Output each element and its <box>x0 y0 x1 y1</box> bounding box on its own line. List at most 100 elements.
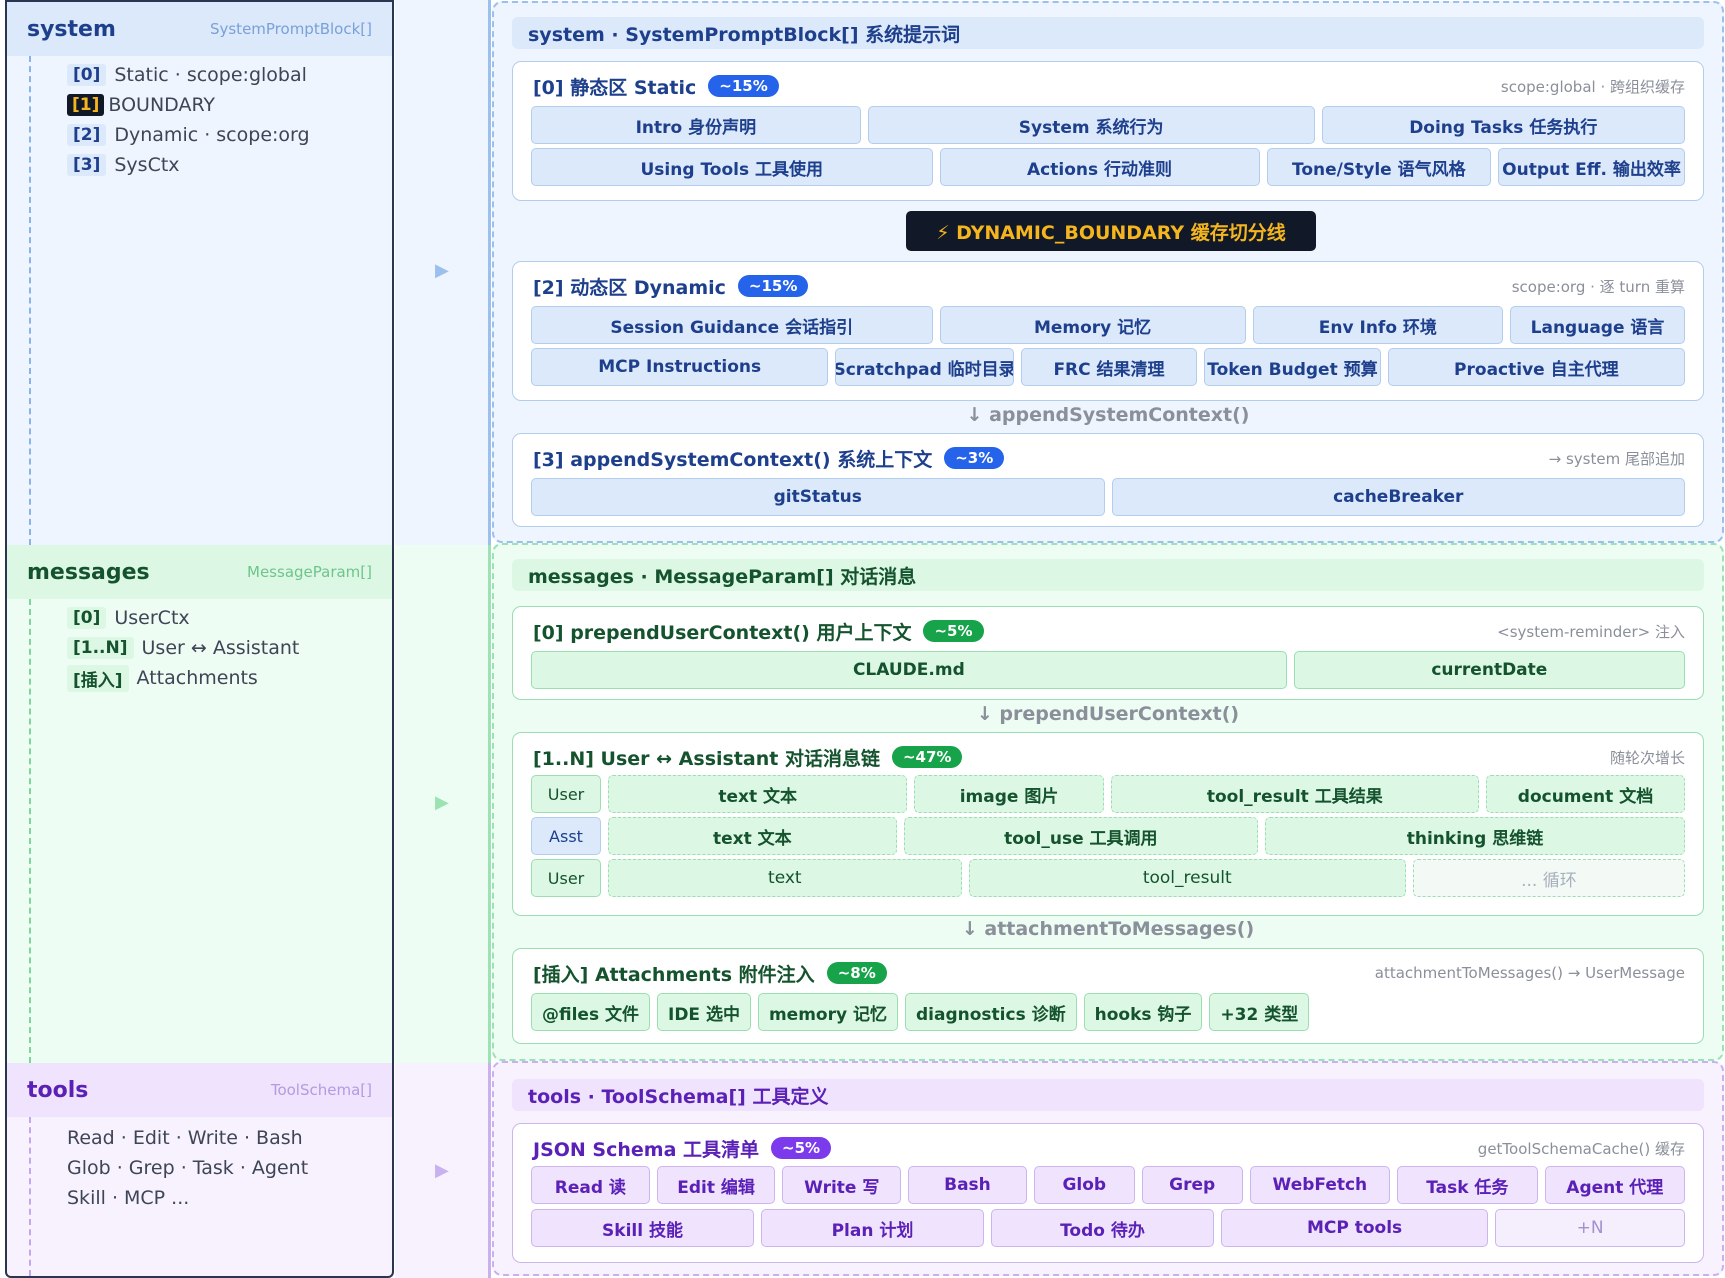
attachment-chip: @files 文件 <box>531 993 650 1031</box>
tools-section: tools · ToolSchema[] 工具定义 JSON Schema 工具… <box>492 1061 1724 1276</box>
content-block-chip: tool_result <box>968 859 1406 897</box>
loop-ellipsis-chip: ... 循环 <box>1412 859 1685 897</box>
left-system-panel: system SystemPromptBlock[] [0] Static · s… <box>5 0 394 545</box>
tool-schema-note: getToolSchemaCache() 缓存 <box>1477 1139 1685 1158</box>
mid-strip-messages: ▶ <box>395 545 491 1063</box>
left-messages-panel: messages MessageParam[] [0] UserCtx [1..N… <box>5 545 394 1063</box>
attachment-chip: IDE 选中 <box>657 993 751 1031</box>
chain-header: [1..N] User ↔ Assistant 对话消息链 ~47% 随轮次增长 <box>533 743 1685 771</box>
left-messages-header: messages MessageParam[] <box>7 545 392 599</box>
tool-chip: Edit 编辑 <box>656 1166 776 1204</box>
userctx-header: [0] prependUserContext() 用户上下文 ~5% <syst… <box>533 617 1685 645</box>
attachment-chip: diagnostics 诊断 <box>905 993 1077 1031</box>
more-tools-chip: +N <box>1495 1209 1685 1247</box>
tools-row-2: Skill 技能 Plan 计划 Todo 待办 MCP tools +N <box>531 1209 1685 1247</box>
attachments-box: [插入] Attachments 附件注入 ~8% attachmentToMe… <box>512 948 1704 1044</box>
tool-schema-title: JSON Schema 工具清单 <box>533 1138 760 1161</box>
tool-chip: MCP tools <box>1220 1209 1489 1247</box>
content-block-chip: tool_result 工具结果 <box>1110 775 1479 813</box>
left-messages-title: messages <box>27 559 150 585</box>
chain-row-user-2: User text tool_result ... 循环 <box>531 859 1685 897</box>
static-zone-title: [0] 静态区 Static <box>533 76 697 99</box>
prepend-user-context-connector: ↓ prependUserContext() <box>976 703 1240 725</box>
list-item: [1] BOUNDARY <box>25 90 392 120</box>
dynamic-chip: FRC 结果清理 <box>1020 348 1198 386</box>
userctx-row: CLAUDE.md currentDate <box>531 651 1685 689</box>
dynamic-zone-badge: ~15% <box>737 275 809 297</box>
messages-section: messages · MessageParam[] 对话消息 [0] prepe… <box>492 543 1724 1061</box>
dynamic-row-2: MCP Instructions Scratchpad 临时目录 FRC 结果清… <box>531 348 1686 386</box>
attachment-to-messages-connector: ↓ attachmentToMessages() <box>961 918 1255 940</box>
role-asst-badge: Asst <box>531 817 601 855</box>
sysctx-badge: ~3% <box>944 447 1005 469</box>
list-item: [0] Static · scope:global <box>31 60 392 90</box>
static-zone-badge: ~15% <box>708 75 779 97</box>
userctx-badge: ~5% <box>923 620 984 642</box>
content-block-chip: text 文本 <box>608 775 908 813</box>
sysctx-chip: gitStatus <box>531 478 1105 516</box>
chain-title: [1..N] User ↔ Assistant 对话消息链 <box>533 747 880 770</box>
mid-strip-tools: ▶ <box>395 1063 491 1278</box>
item-index: [0] <box>67 64 107 86</box>
system-section-title: system · SystemPromptBlock[] 系统提示词 <box>512 17 1704 49</box>
item-text: Dynamic · scope:org <box>114 124 310 146</box>
dynamic-zone-box: [2] 动态区 Dynamic ~15% scope:org · 逐 turn … <box>512 261 1704 401</box>
userctx-note: <system-reminder> 注入 <box>1497 622 1685 641</box>
left-tools-title: tools <box>27 1077 89 1103</box>
userctx-title: [0] prependUserContext() 用户上下文 <box>533 621 912 644</box>
static-chip: Intro 身份声明 <box>531 106 861 144</box>
list-item: [0] UserCtx <box>31 603 392 633</box>
list-item: [插入] Attachments <box>31 663 392 693</box>
dynamic-zone-title: [2] 动态区 Dynamic <box>533 276 726 299</box>
mid-strip-system: ▶ <box>395 0 491 545</box>
attachment-chip: +32 类型 <box>1209 993 1310 1031</box>
tool-chip: WebFetch <box>1249 1166 1391 1204</box>
static-chip: Using Tools 工具使用 <box>531 148 933 186</box>
static-zone-box: [0] 静态区 Static ~15% scope:global · 跨组织缓存… <box>512 61 1704 201</box>
tools-line: Read · Edit · Write · Bash <box>67 1127 303 1149</box>
role-user-badge: User <box>531 775 601 813</box>
arrow-right-icon: ▶ <box>435 1160 449 1181</box>
attachments-row: @files 文件 IDE 选中 memory 记忆 diagnostics 诊… <box>531 993 1685 1031</box>
list-item: [3] SysCtx <box>31 150 392 180</box>
tool-chip: Glob <box>1033 1166 1135 1204</box>
chain-row-user: User text 文本 image 图片 tool_result 工具结果 d… <box>531 775 1685 813</box>
static-chip: Output Eff. 输出效率 <box>1498 148 1685 186</box>
item-text: BOUNDARY <box>108 94 216 116</box>
attachments-header: [插入] Attachments 附件注入 ~8% attachmentToMe… <box>533 959 1685 987</box>
tool-chip: Plan 计划 <box>760 1209 984 1247</box>
left-tools-header: tools ToolSchema[] <box>7 1063 392 1117</box>
item-text: UserCtx <box>114 607 190 629</box>
item-index: [插入] <box>67 664 129 692</box>
item-text: User ↔ Assistant <box>141 637 300 659</box>
item-text: SysCtx <box>114 154 180 176</box>
dynamic-zone-header: [2] 动态区 Dynamic ~15% scope:org · 逐 turn … <box>533 272 1685 300</box>
static-chip: Doing Tasks 任务执行 <box>1321 106 1685 144</box>
content-block-chip: thinking 思维链 <box>1264 817 1685 855</box>
tool-chip: Grep <box>1141 1166 1243 1204</box>
static-zone-note: scope:global · 跨组织缓存 <box>1500 77 1685 96</box>
left-system-type: SystemPromptBlock[] <box>209 20 372 38</box>
content-block-chip: image 图片 <box>914 775 1104 813</box>
static-zone-header: [0] 静态区 Static ~15% scope:global · 跨组织缓存 <box>533 72 1685 100</box>
dynamic-zone-note: scope:org · 逐 turn 重算 <box>1511 277 1685 296</box>
dynamic-chip: Proactive 自主代理 <box>1387 348 1686 386</box>
left-messages-list: [0] UserCtx [1..N] User ↔ Assistant [插入] At… <box>29 599 392 1063</box>
arrow-right-icon: ▶ <box>435 260 449 281</box>
dynamic-chip: Env Info 环境 <box>1252 306 1504 344</box>
static-chip: System 系统行为 <box>867 106 1315 144</box>
left-system-title: system <box>27 16 116 42</box>
dynamic-boundary-bar: ⚡ DYNAMIC_BOUNDARY 缓存切分线 <box>906 211 1316 251</box>
attachments-title: [插入] Attachments 附件注入 <box>533 963 815 986</box>
tool-chip: Todo 待办 <box>990 1209 1214 1247</box>
left-tools-type: ToolSchema[] <box>270 1081 372 1099</box>
list-item: [1..N] User ↔ Assistant <box>31 633 392 663</box>
tool-chip: Agent 代理 <box>1544 1166 1686 1204</box>
sysctx-chip: cacheBreaker <box>1111 478 1685 516</box>
chain-row-asst: Asst text 文本 tool_use 工具调用 thinking 思维链 <box>531 817 1685 855</box>
static-row-1: Intro 身份声明 System 系统行为 Doing Tasks 任务执行 <box>531 106 1685 144</box>
dynamic-chip: Scratchpad 临时目录 <box>835 348 1014 386</box>
sysctx-header: [3] appendSystemContext() 系统上下文 ~3% → sy… <box>533 444 1685 472</box>
sysctx-row: gitStatus cacheBreaker <box>531 478 1685 516</box>
dynamic-chip: Session Guidance 会话指引 <box>531 306 933 344</box>
